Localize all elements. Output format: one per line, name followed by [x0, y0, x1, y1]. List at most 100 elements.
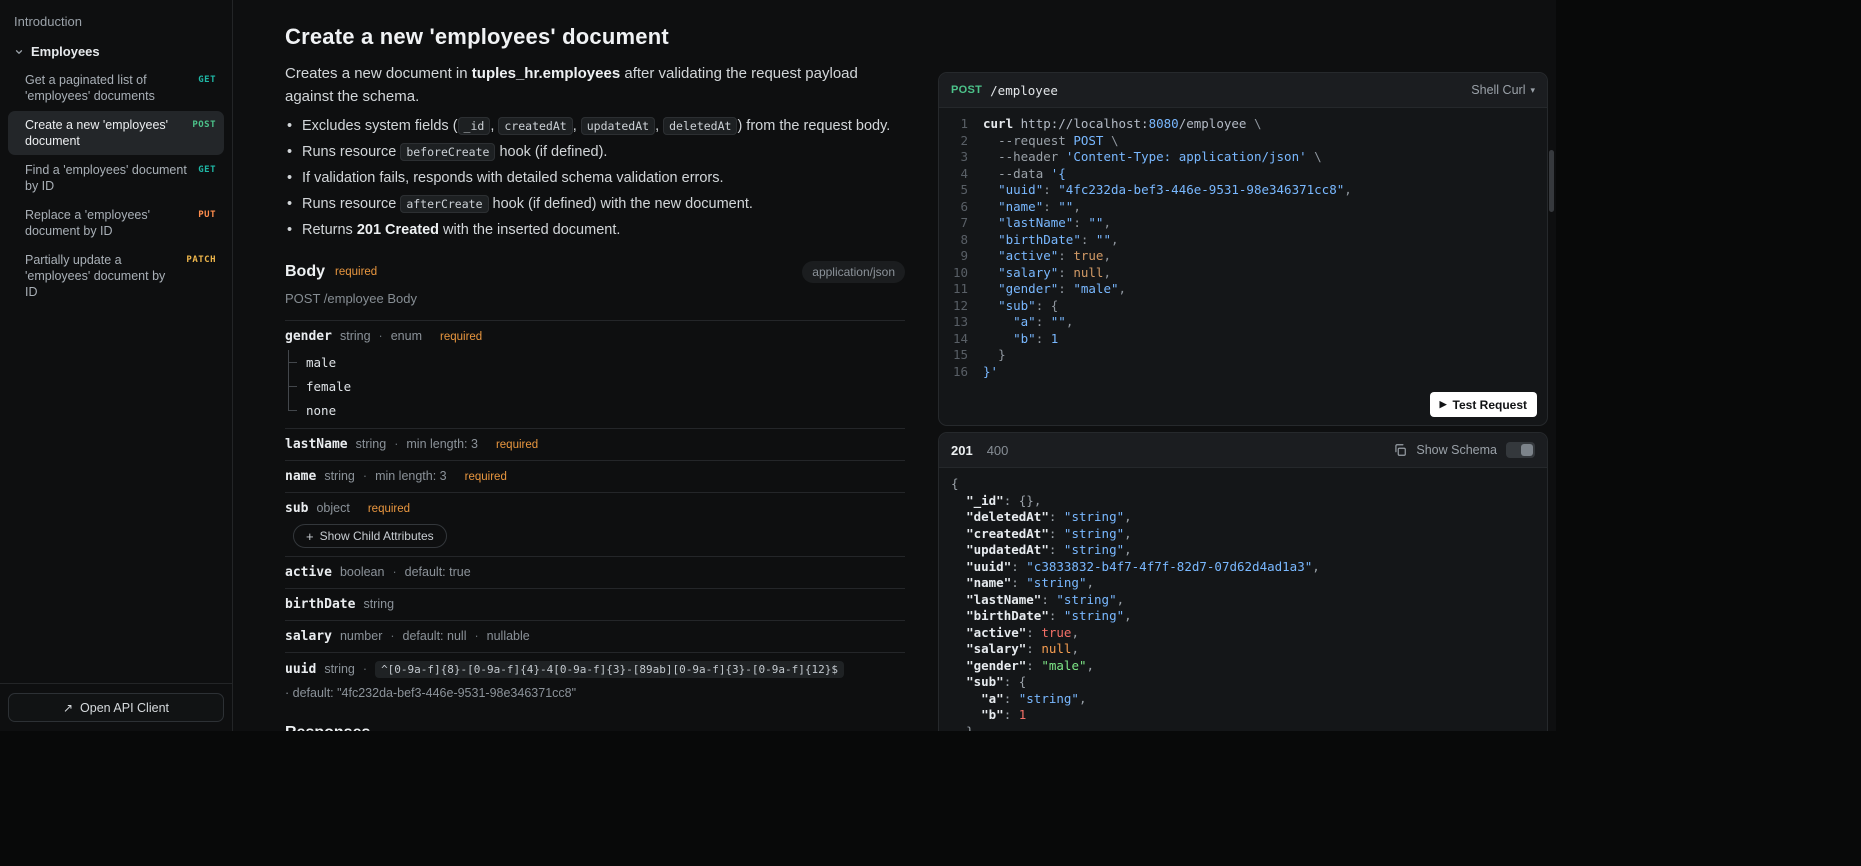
code-line-content: "salary": null, — [983, 265, 1111, 282]
line-number: 3 — [960, 149, 968, 164]
operation-label: Get a paginated list of 'employees' docu… — [25, 73, 155, 103]
chevron-down-icon: ▾ — [1530, 84, 1535, 95]
status-tab-201[interactable]: 201 — [951, 443, 973, 458]
description-bullet: Runs resource afterCreate hook (if defin… — [285, 194, 903, 215]
property-constraint: min length: 3 — [375, 469, 447, 483]
code-line: "_id": {}, — [951, 493, 1535, 510]
sidebar-item-introduction[interactable]: Introduction — [8, 8, 224, 35]
open-api-client-button[interactable]: ↗ Open API Client — [8, 693, 224, 722]
test-request-button[interactable]: ▶ Test Request — [1429, 392, 1537, 417]
code-token: { — [951, 476, 959, 491]
code-token: "gender" — [966, 657, 1027, 673]
property-constraint: default: true — [404, 565, 471, 579]
code-token: , — [1124, 542, 1132, 557]
description-bullet: If validation fails, responds with detai… — [285, 168, 903, 189]
copy-button[interactable] — [1393, 443, 1407, 457]
show-schema-label: Show Schema — [1416, 443, 1497, 457]
code-line-content: "lastName": "string", — [951, 592, 1124, 609]
code-line: 5 "uuid": "4fc232da-bef3-446e-9531-98e34… — [951, 182, 1535, 199]
property-constraint: nullable — [486, 629, 530, 643]
sidebar-group-label: Employees — [31, 44, 100, 59]
code-token: : — [1048, 525, 1064, 541]
method-badge: PUT — [198, 210, 216, 220]
sidebar-operation-post-1[interactable]: Create a new 'employees' document POST — [8, 111, 224, 155]
code-line-content: "b": 1 — [951, 707, 1026, 724]
description-bullet: Runs resource beforeCreate hook (if defi… — [285, 142, 903, 163]
line-number: 8 — [960, 231, 968, 247]
scrollbar-thumb[interactable] — [1549, 150, 1554, 212]
code-line-content: "uuid": "4fc232da-bef3-446e-9531-98e3463… — [983, 182, 1352, 199]
code-token: \ — [1253, 116, 1262, 131]
separator-dot: · — [362, 662, 368, 676]
code-line-content: "birthDate": "", — [983, 232, 1118, 249]
property-type: string — [339, 329, 371, 343]
property-type: string — [324, 662, 355, 676]
property-type: number — [339, 629, 383, 643]
code-token: "4fc232da-bef3-446e-9531-98e346371cc8" — [1058, 182, 1345, 197]
enum-value: female — [288, 374, 905, 398]
code-token: true — [1073, 248, 1104, 263]
code-line-content: curl http://localhost:8080/employee \ — [983, 116, 1261, 133]
sidebar-operation-put-3[interactable]: Replace a 'employees' document by ID PUT — [8, 201, 224, 245]
sidebar-operation-get-2[interactable]: Find a 'employees' document by ID GET — [8, 156, 224, 200]
show-child-attributes-button[interactable]: + Show Child Attributes — [293, 524, 447, 548]
code-token: } — [966, 723, 974, 732]
code-token: POST — [1073, 132, 1104, 148]
line-number: 15 — [952, 347, 968, 362]
line-number: 5 — [960, 182, 968, 197]
code-line-content: "lastName": "", — [983, 215, 1111, 232]
code-token: : — [1026, 657, 1042, 673]
plus-icon: + — [306, 528, 314, 544]
sidebar-operation-patch-4[interactable]: Partially update a 'employees' document … — [8, 246, 224, 306]
schema-property-gender: gender string · enum required male female none — [285, 320, 905, 428]
code-line-content: "active": true, — [983, 248, 1111, 265]
code-token: , — [1071, 641, 1079, 656]
code-token: : — [1048, 509, 1064, 524]
enum-value: none — [288, 398, 905, 422]
play-icon: ▶ — [1439, 399, 1447, 409]
sidebar-group-employees[interactable]: Employees — [8, 35, 224, 65]
line-number: 2 — [960, 132, 968, 148]
property-type: string — [355, 437, 387, 451]
response-card-header: 201 400 Show Schema — [939, 433, 1547, 468]
code-token: "string" — [1063, 525, 1125, 541]
code-token: , — [1118, 281, 1127, 296]
line-number: 16 — [952, 363, 968, 379]
enum-value-label: none — [306, 402, 337, 418]
code-token: http://localhost: — [1020, 116, 1149, 131]
code-token: : — [1058, 281, 1074, 296]
method-badge: GET — [198, 165, 216, 175]
language-selector[interactable]: Shell Curl ▾ — [1471, 83, 1535, 97]
inline-code: _id — [457, 117, 491, 135]
description-bullet: Returns 201 Created with the inserted do… — [285, 220, 903, 241]
text-segment: Creates a new document in — [285, 65, 472, 82]
code-token: : — [1003, 707, 1019, 722]
code-line: 8 "birthDate": "", — [951, 232, 1535, 249]
endpoint-path: /employee — [990, 82, 1058, 98]
property-name: active — [285, 565, 332, 580]
show-schema-toggle[interactable] — [1506, 442, 1535, 458]
request-card-header: POST /employee Shell Curl ▾ — [939, 73, 1547, 108]
status-tab-400[interactable]: 400 — [987, 443, 1009, 458]
code-line: "b": 1 — [951, 707, 1535, 724]
code-line: "uuid": "c3833832-b4f7-4f7f-82d7-07d62d4… — [951, 559, 1535, 576]
code-line: 16}' — [951, 364, 1535, 381]
text-segment: with the inserted document. — [439, 222, 621, 238]
code-line-content: "sub": { — [951, 674, 1026, 691]
sidebar-operation-get-0[interactable]: Get a paginated list of 'employees' docu… — [8, 66, 224, 110]
enum-value-label: male — [306, 354, 337, 370]
property-name: salary — [285, 629, 332, 644]
code-token: , — [1103, 248, 1111, 263]
line-number: 11 — [952, 281, 968, 296]
code-line: "birthDate": "string", — [951, 608, 1535, 625]
operation-label: Find a 'employees' document by ID — [25, 163, 187, 193]
sidebar-footer: ↗ Open API Client — [0, 683, 232, 731]
code-line-content: "deletedAt": "string", — [951, 509, 1132, 526]
operation-label: Create a new 'employees' document — [25, 118, 169, 148]
text-segment: hook (if defined) with the new document. — [488, 196, 753, 212]
sidebar-nav: Introduction Employees Get a paginated l… — [0, 0, 232, 683]
